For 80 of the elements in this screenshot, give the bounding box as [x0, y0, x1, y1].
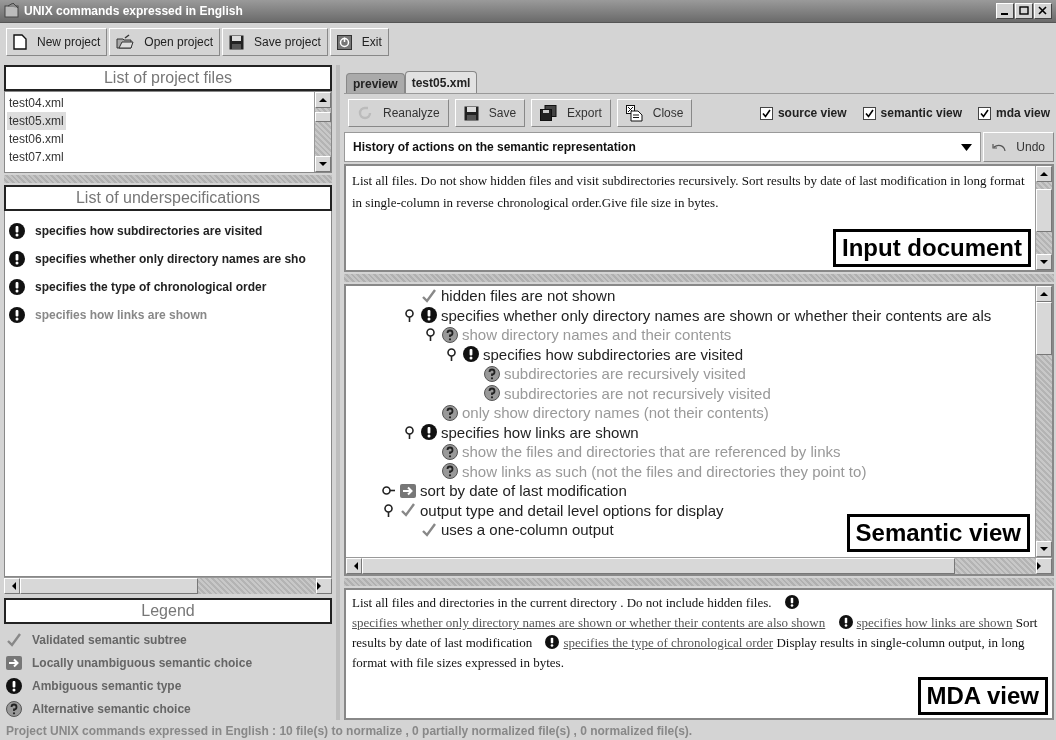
minimize-icon[interactable] — [996, 3, 1014, 19]
tab[interactable]: preview — [346, 73, 405, 93]
tab[interactable]: test05.xml — [404, 71, 478, 93]
horizontal-scrollbar[interactable] — [346, 557, 1052, 574]
checkbox[interactable] — [759, 106, 773, 120]
underspecification-item[interactable]: specifies the type of chronological order — [35, 280, 267, 294]
tree-node-label[interactable]: specifies how links are shown — [441, 423, 639, 441]
power-icon — [336, 34, 352, 50]
input-document-caption: Input document — [833, 229, 1031, 267]
history-dropdown[interactable]: History of actions on the semantic representation — [344, 132, 982, 162]
app-icon — [4, 3, 20, 19]
editor-button[interactable]: Close — [616, 99, 693, 127]
tree-node-label[interactable]: specifies whether only directory names are shown or whether their contents are als — [441, 306, 992, 324]
toolbar-button[interactable]: Exit — [329, 28, 389, 56]
document-icon — [13, 34, 27, 50]
tree-node-label[interactable]: uses a one-column output — [441, 521, 614, 539]
exclamation-icon — [9, 251, 25, 267]
close-icon[interactable] — [1034, 3, 1052, 19]
mda-paragraph: List all files and directories in the current directory . Do not include hidden files. specifies whether only directory names are shown or whether their contents are also shown specifies how links are shown Sort results by date of last modification specifies the type of chronological order Display results in single-column output, in long format with file sizes expressed in bytes. — [351, 594, 1039, 672]
checkbox-label: semantic view — [880, 106, 962, 120]
expanded-toggle-icon[interactable] — [404, 308, 414, 322]
editor-button[interactable]: Export — [531, 99, 611, 127]
folder-icon — [116, 34, 135, 50]
underspecification-item[interactable]: specifies how subdirectories are visited — [35, 224, 263, 238]
underspecification-item[interactable]: specifies whether only directory names are sho — [35, 252, 306, 266]
expanded-toggle-icon[interactable] — [383, 503, 393, 517]
refresh-icon — [357, 105, 373, 121]
tree-node-label[interactable]: output type and detail level options for display — [420, 501, 724, 519]
expanded-toggle-icon[interactable] — [425, 328, 435, 342]
exclamation-icon — [9, 279, 25, 295]
mda-view-caption: MDA view — [917, 677, 1048, 715]
vertical-scrollbar[interactable] — [1035, 166, 1052, 270]
checkbox[interactable] — [977, 106, 991, 120]
toolbar-button[interactable]: New project — [6, 28, 108, 56]
underspecification-link[interactable]: specifies how links are shown — [856, 615, 1013, 630]
vertical-scrollbar[interactable] — [1035, 286, 1052, 557]
exclamation-icon — [838, 615, 853, 629]
window-title: UNIX commands expressed in English — [24, 4, 244, 18]
exclamation-icon — [9, 307, 25, 323]
maximize-icon[interactable] — [1015, 3, 1033, 19]
underspecification-link[interactable]: specifies whether only directory names are shown or whether their contents are also shown — [352, 615, 826, 630]
legend-label: Alternative semantic choice — [32, 701, 191, 716]
exclamation-icon — [545, 635, 560, 649]
tree-node-label[interactable]: specifies how subdirectories are visited — [483, 345, 744, 363]
legend-label: Validated semantic subtree — [32, 632, 187, 647]
horizontal-scrollbar[interactable] — [4, 577, 332, 594]
vertical-scrollbar[interactable] — [314, 92, 331, 172]
status-text: Project UNIX commands expressed in English : 10 file(s) to normalize , 0 partially normalized file(s) , 0 normalized file(s). — [6, 724, 693, 738]
stacked-disks-icon — [540, 105, 558, 121]
undo-button[interactable]: Undo — [983, 132, 1054, 162]
document-close-icon — [625, 104, 643, 122]
file-list-item[interactable]: test07.xml — [7, 148, 66, 166]
editor-button[interactable]: Reanalyze — [348, 99, 449, 127]
undo-icon — [992, 142, 1007, 152]
semantic-view-caption: Semantic view — [846, 514, 1030, 552]
checkbox-label: source view — [777, 106, 847, 120]
exclamation-icon — [9, 223, 25, 239]
tree-node-label[interactable]: hidden files are not shown — [441, 287, 616, 305]
expanded-toggle-icon[interactable] — [446, 347, 456, 361]
underspecification-item[interactable]: specifies how links are shown — [35, 308, 208, 322]
panel-header: List of underspecifications — [4, 185, 332, 211]
exclamation-icon — [784, 595, 799, 609]
file-list-item[interactable]: test06.xml — [7, 130, 66, 148]
underspecification-link[interactable]: specifies the type of chronological order — [563, 635, 774, 650]
legend-label: Ambiguous semantic type — [32, 678, 182, 693]
panel-header: List of project files — [4, 65, 332, 91]
checkbox[interactable] — [862, 106, 876, 120]
file-list-item[interactable]: test04.xml — [7, 94, 66, 112]
checkbox-label: mda view — [995, 106, 1050, 120]
toolbar-button[interactable]: Save project — [222, 28, 328, 56]
caret-icon — [961, 143, 973, 151]
collapsed-toggle-icon[interactable] — [381, 486, 395, 496]
legend-label: Locally unambiguous semantic choice — [32, 655, 253, 670]
expanded-toggle-icon[interactable] — [404, 425, 414, 439]
toolbar-button[interactable]: Open project — [109, 28, 221, 56]
tree-node-label[interactable]: sort by date of last modification — [420, 482, 627, 500]
input-document-text: List all files. Do not show hidden files and visit subdirectories recursively. Sort results by date of last modification in long format in single-column in reverse chronological order.Give file size in bytes. — [351, 172, 1026, 212]
panel-header: Legend — [4, 598, 332, 624]
file-list-item[interactable]: test05.xml — [7, 112, 66, 130]
editor-button[interactable]: Save — [454, 99, 526, 127]
